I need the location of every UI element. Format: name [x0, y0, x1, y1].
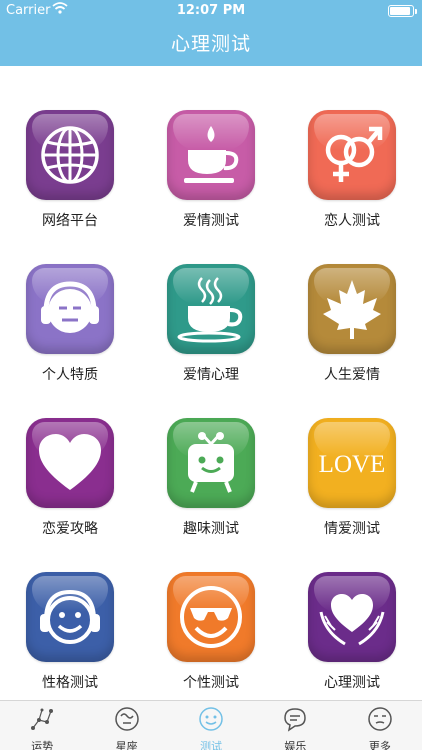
smiley-headphones-icon	[26, 572, 114, 662]
tab-label: 星座	[115, 740, 138, 750]
tile-love-test[interactable]: 爱情测试	[141, 110, 281, 260]
tile-label: 性格测试	[42, 675, 98, 691]
tile-fun-test[interactable]: 趣味测试	[141, 418, 281, 568]
tile-label: 心理测试	[324, 675, 380, 691]
heart-icon	[26, 418, 114, 508]
zodiac-icon	[114, 706, 140, 736]
tab-label: 娱乐	[284, 740, 307, 750]
tab-bar: 运势 星座 测试 娱乐 更多	[0, 700, 422, 750]
tile-label: 网络平台	[42, 213, 98, 229]
tile-network-platform[interactable]: 网络平台	[0, 110, 140, 260]
headphone-face-icon	[26, 264, 114, 354]
navigation-bar: Carrier 12:07 PM 心理测试	[0, 0, 422, 66]
steaming-cup-icon	[167, 264, 255, 354]
tile-label: 个性测试	[183, 675, 239, 691]
page-title: 心理测试	[170, 33, 251, 55]
tile-lovers-test[interactable]: 恋人测试	[282, 110, 422, 260]
tile-love-strategy[interactable]: 恋爱攻略	[0, 418, 140, 568]
globe-icon	[26, 110, 114, 200]
tile-label: 人生爱情	[324, 367, 380, 383]
tile-label: 趣味测试	[183, 521, 239, 537]
tile-label: 爱情测试	[183, 213, 239, 229]
test-grid: 网络平台 爱情测试 恋人测试 个人特质 爱情心理 人生爱情 恋爱攻略 趣味测试 …	[0, 66, 422, 700]
tile-label: 个人特质	[42, 367, 98, 383]
tile-label: 情爱测试	[324, 521, 380, 537]
maple-leaf-icon	[308, 264, 396, 354]
tile-love-psychology[interactable]: 爱情心理	[141, 264, 281, 414]
tab-zodiac[interactable]: 星座	[84, 701, 168, 750]
tile-life-love[interactable]: 人生爱情	[282, 264, 422, 414]
love-text-icon: LOVE	[308, 418, 396, 508]
smile-face-icon	[198, 706, 224, 736]
gender-symbols-icon	[308, 110, 396, 200]
chat-bubble-icon	[282, 706, 308, 736]
status-bar: Carrier 12:07 PM	[0, 0, 422, 22]
tab-more[interactable]: 更多	[338, 701, 422, 750]
hands-heart-icon	[308, 572, 396, 662]
tab-label: 测试	[200, 740, 223, 750]
tab-label: 更多	[368, 740, 391, 750]
tile-passion-test[interactable]: LOVE 情爱测试	[282, 418, 422, 568]
constellation-icon	[29, 706, 55, 736]
tab-test[interactable]: 测试	[169, 701, 253, 750]
love-text: LOVE	[319, 451, 386, 478]
coffee-cup-icon	[167, 110, 255, 200]
tv-robot-icon	[167, 418, 255, 508]
tab-label: 运势	[31, 740, 54, 750]
clock: 12:07 PM	[176, 3, 246, 18]
tab-fortune[interactable]: 运势	[0, 701, 84, 750]
tile-label: 恋人测试	[324, 213, 380, 229]
tile-label: 恋爱攻略	[42, 521, 98, 537]
tile-personal-traits[interactable]: 个人特质	[0, 264, 140, 414]
more-face-icon	[367, 706, 393, 736]
tile-label: 爱情心理	[183, 367, 239, 383]
cool-smiley-icon	[167, 572, 255, 662]
tab-entertainment[interactable]: 娱乐	[253, 701, 337, 750]
battery-icon	[388, 5, 417, 17]
